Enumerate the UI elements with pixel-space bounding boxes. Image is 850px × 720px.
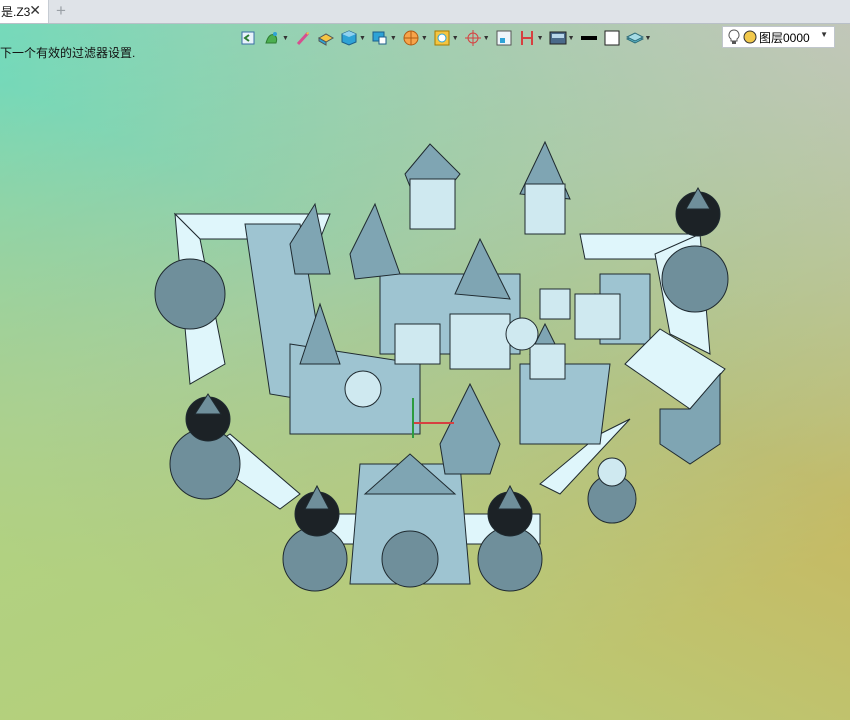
grid-icon — [496, 30, 512, 46]
plane-icon — [625, 32, 644, 44]
layer-selector[interactable]: 图层0000 ▼ — [722, 26, 835, 48]
3d-viewport[interactable]: 下一个有效的过滤器设置. ▼ ▼ ▼ ▼ ▼ ▼ ▼ ▼ ▼ 图层0000 ▼ — [0, 24, 850, 720]
tab-bar: 是.Z3 ✕ + — [0, 0, 850, 24]
view-button[interactable] — [240, 27, 258, 49]
line-color-button[interactable] — [580, 27, 598, 49]
tab-document[interactable]: 是.Z3 ✕ — [0, 0, 49, 23]
layer-color-icon — [743, 30, 757, 44]
render-icon — [403, 30, 419, 46]
axis-icon — [464, 30, 481, 46]
add-tab-icon[interactable]: + — [56, 1, 66, 21]
rect-button[interactable] — [603, 27, 621, 49]
brush-button[interactable] — [294, 27, 312, 49]
close-icon[interactable]: ✕ — [29, 2, 41, 19]
light-bulb-icon — [728, 29, 740, 44]
castle-model[interactable] — [0, 24, 850, 720]
view-icon — [241, 31, 255, 45]
background-button[interactable]: ▼ — [549, 27, 575, 49]
tab-title: 是.Z3 — [1, 5, 31, 19]
line-color-icon — [580, 36, 597, 40]
paint-button[interactable]: ▼ — [263, 27, 289, 49]
rect-icon — [604, 30, 619, 46]
shade-button[interactable] — [317, 27, 335, 49]
brush-icon — [296, 31, 310, 46]
display-icon — [372, 31, 387, 45]
shade-icon — [317, 33, 334, 46]
axis-button[interactable]: ▼ — [464, 27, 490, 49]
plane-button[interactable]: ▼ — [625, 27, 651, 49]
status-text: 下一个有效的过滤器设置. — [0, 46, 136, 60]
frame-icon — [434, 30, 450, 46]
background-icon — [549, 31, 567, 45]
render-button[interactable]: ▼ — [402, 27, 428, 49]
chevron-down-icon: ▼ — [820, 30, 828, 39]
grid-button[interactable] — [495, 27, 513, 49]
cube-button[interactable]: ▼ — [340, 27, 366, 49]
layer-label: 图层0000 — [759, 30, 810, 45]
cube-icon — [341, 30, 357, 46]
viewport-toolbar: ▼ ▼ ▼ ▼ ▼ ▼ ▼ ▼ ▼ — [240, 26, 656, 50]
clip-button[interactable]: ▼ — [518, 27, 544, 49]
display-button[interactable]: ▼ — [371, 27, 397, 49]
paint-icon — [265, 32, 278, 44]
frame-button[interactable]: ▼ — [433, 27, 459, 49]
clip-icon — [520, 31, 533, 45]
